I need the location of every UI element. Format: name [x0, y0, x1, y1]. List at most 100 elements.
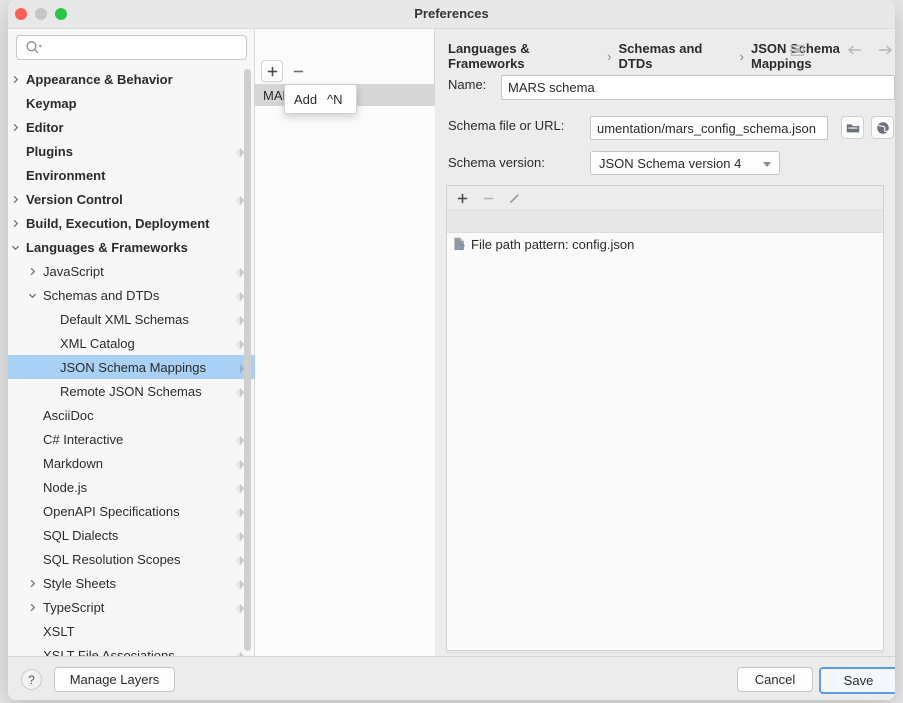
mappings-list-pane: MARS schema — [255, 29, 435, 656]
add-mapping-button[interactable] — [261, 60, 283, 82]
sidebar-item-javascript[interactable]: JavaScript — [8, 259, 255, 283]
sidebar-item-label: XSLT File Associations — [43, 647, 175, 657]
chevron-right-icon[interactable] — [27, 601, 39, 613]
patterns-toolbar — [447, 186, 883, 211]
forward-navigation-button[interactable] — [877, 43, 893, 57]
back-navigation-button[interactable] — [847, 43, 863, 57]
breadcrumb: Languages & Frameworks › Schemas and DTD… — [448, 41, 895, 71]
breadcrumb-item-1[interactable]: Schemas and DTDs — [619, 41, 733, 71]
manage-layers-button[interactable]: Manage Layers — [54, 667, 175, 692]
chevron-right-icon[interactable] — [27, 577, 39, 589]
add-menu-item-label: Add — [294, 91, 318, 107]
sidebar-item-remote-json-schemas[interactable]: Remote JSON Schemas — [8, 379, 255, 403]
schema-version-field-row: Schema version: — [448, 155, 545, 170]
sidebar-item-label: AsciiDoc — [43, 407, 94, 423]
settings-tree: Appearance & Behavior Keymap Editor Plugins… — [8, 67, 255, 656]
sidebar-item-languages-frameworks[interactable]: Languages & Frameworks — [8, 235, 255, 259]
settings-sidebar: Appearance & Behavior Keymap Editor Plugins… — [8, 29, 255, 656]
help-button[interactable]: ? — [21, 669, 42, 690]
chevron-right-icon[interactable] — [10, 217, 22, 229]
sidebar-item-label: Version Control — [26, 191, 123, 207]
sidebar-item-openapi-specifications[interactable]: OpenAPI Specifications — [8, 499, 255, 523]
sidebar-item-markdown[interactable]: Markdown — [8, 451, 255, 475]
edit-pattern-button[interactable] — [503, 187, 525, 209]
sidebar-item-label: Appearance & Behavior — [26, 71, 173, 87]
file-pattern-icon: ? — [453, 237, 466, 251]
chevron-right-icon[interactable] — [10, 193, 22, 205]
mapping-detail-pane: Languages & Frameworks › Schemas and DTD… — [436, 29, 895, 672]
sidebar-item-keymap[interactable]: Keymap — [8, 91, 255, 115]
sidebar-item-c-interactive[interactable]: C# Interactive — [8, 427, 255, 451]
file-patterns-table: ? File path pattern: config.json — [446, 185, 884, 651]
name-label: Name: — [448, 77, 487, 92]
pencil-icon — [509, 193, 519, 203]
breadcrumb-item-0[interactable]: Languages & Frameworks — [448, 41, 600, 71]
sidebar-item-xslt-file-associations[interactable]: XSLT File Associations — [8, 643, 255, 656]
sidebar-item-typescript[interactable]: TypeScript — [8, 595, 255, 619]
add-menu-item-shortcut: ^N — [327, 91, 343, 107]
pattern-row-label: File path pattern: config.json — [471, 236, 635, 252]
sidebar-item-schemas-and-dtds[interactable]: Schemas and DTDs — [8, 283, 255, 307]
sidebar-item-label: Plugins — [26, 143, 73, 159]
chevron-right-icon[interactable] — [10, 73, 22, 85]
sidebar-item-label: XML Catalog — [60, 335, 135, 351]
search-input[interactable] — [16, 35, 247, 60]
sidebar-item-version-control[interactable]: Version Control — [8, 187, 255, 211]
breadcrumb-separator-0: › — [607, 48, 612, 64]
sidebar-item-label: XSLT — [43, 623, 75, 639]
panel-toggle-icon[interactable] — [791, 44, 804, 57]
mappings-toolbar — [255, 58, 435, 84]
sidebar-item-label: SQL Dialects — [43, 527, 119, 543]
schema-version-select[interactable]: JSON Schema version 4 — [590, 151, 780, 175]
plus-icon — [457, 193, 467, 203]
chevron-down-icon[interactable] — [10, 241, 22, 253]
sidebar-item-appearance-behavior[interactable]: Appearance & Behavior — [8, 67, 255, 91]
remove-pattern-button[interactable] — [477, 187, 499, 209]
folder-icon — [846, 123, 859, 132]
save-button[interactable]: Save — [819, 667, 895, 694]
add-popup-menu[interactable]: Add ^N — [284, 84, 357, 114]
sidebar-item-label: Node.js — [43, 479, 88, 495]
sidebar-item-xslt[interactable]: XSLT — [8, 619, 255, 643]
sidebar-item-json-schema-mappings[interactable]: JSON Schema Mappings — [8, 355, 255, 379]
sidebar-item-label: Build, Execution, Deployment — [26, 215, 210, 231]
globe-icon — [876, 121, 889, 134]
sidebar-item-label: Remote JSON Schemas — [60, 383, 202, 399]
plus-icon — [267, 66, 277, 76]
open-url-button[interactable] — [871, 116, 894, 139]
sidebar-item-editor[interactable]: Editor — [8, 115, 255, 139]
pattern-row[interactable]: ? File path pattern: config.json — [447, 233, 883, 255]
sidebar-item-style-sheets[interactable]: Style Sheets — [8, 571, 255, 595]
minus-icon — [483, 197, 493, 199]
minus-icon — [293, 70, 303, 72]
sidebar-item-plugins[interactable]: Plugins — [8, 139, 255, 163]
sidebar-item-sql-dialects[interactable]: SQL Dialects — [8, 523, 255, 547]
sidebar-item-label: SQL Resolution Scopes — [43, 551, 181, 567]
sidebar-item-label: JavaScript — [43, 263, 104, 279]
sidebar-scrollbar[interactable] — [244, 69, 251, 651]
sidebar-item-node-js[interactable]: Node.js — [8, 475, 255, 499]
schema-file-input[interactable] — [590, 116, 828, 140]
breadcrumb-separator-1: › — [739, 48, 744, 64]
sidebar-item-default-xml-schemas[interactable]: Default XML Schemas — [8, 307, 255, 331]
sidebar-item-build-execution-deployment[interactable]: Build, Execution, Deployment — [8, 211, 255, 235]
sidebar-item-environment[interactable]: Environment — [8, 163, 255, 187]
schema-version-value: JSON Schema version 4 — [599, 155, 742, 171]
sidebar-item-asciidoc[interactable]: AsciiDoc — [8, 403, 255, 427]
sidebar-item-sql-resolution-scopes[interactable]: SQL Resolution Scopes — [8, 547, 255, 571]
sidebar-item-xml-catalog[interactable]: XML Catalog — [8, 331, 255, 355]
add-pattern-button[interactable] — [451, 187, 473, 209]
sidebar-item-label: Schemas and DTDs — [43, 287, 160, 303]
cancel-button[interactable]: Cancel — [737, 667, 813, 692]
patterns-body: ? File path pattern: config.json — [447, 233, 883, 650]
name-input[interactable] — [501, 75, 895, 100]
browse-file-button[interactable] — [841, 116, 864, 139]
screen-root: Preferences Appearance & Behavior Keymap E… — [0, 0, 903, 703]
mappings-list: MARS schema — [255, 84, 435, 656]
sidebar-item-label: Style Sheets — [43, 575, 116, 591]
chevron-down-icon[interactable] — [27, 289, 39, 301]
chevron-right-icon[interactable] — [10, 121, 22, 133]
chevron-right-icon[interactable] — [27, 265, 39, 277]
chevron-down-icon — [763, 162, 771, 167]
remove-mapping-button[interactable] — [287, 60, 309, 82]
